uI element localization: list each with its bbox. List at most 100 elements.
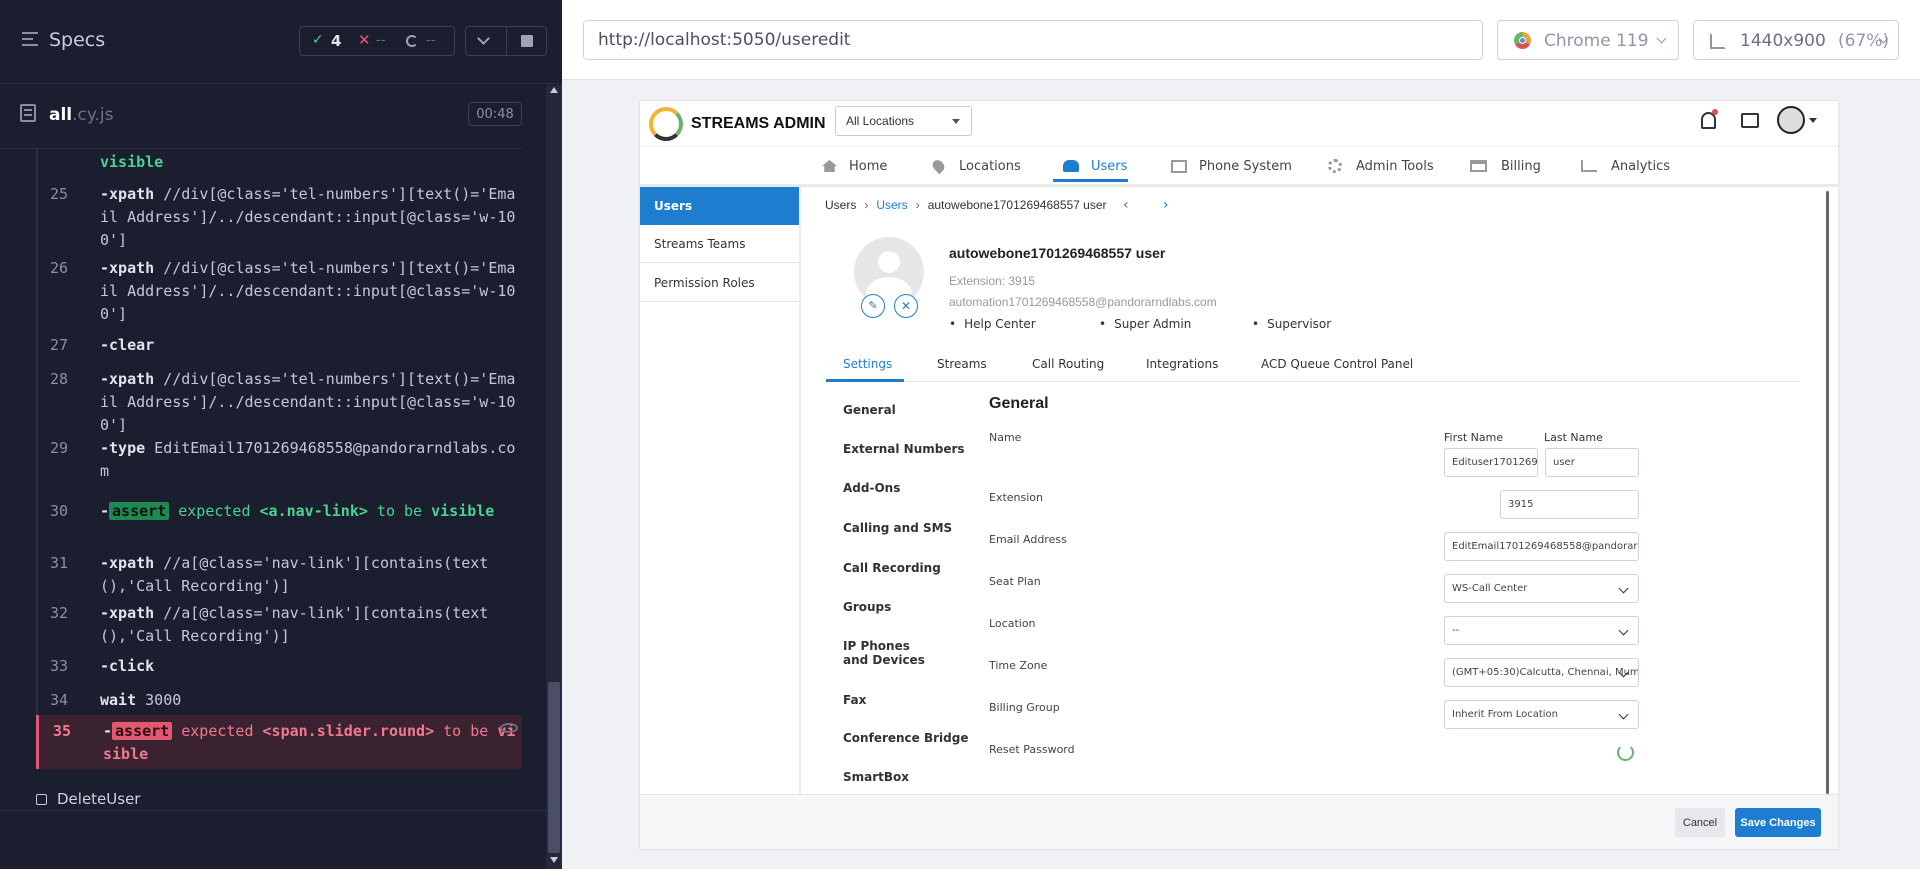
tab-active-indicator — [826, 379, 904, 382]
last-name-label: Last Name — [1544, 431, 1603, 444]
seat-plan-label: Seat Plan — [989, 575, 1041, 588]
command-number: 25 — [50, 185, 69, 203]
edit-photo-icon[interactable]: ✎ — [861, 294, 885, 318]
nav-billing[interactable]: Billing — [1470, 151, 1541, 181]
streams-admin-app: STREAMS ADMIN All Locations — [640, 101, 1838, 849]
sidebar-item-permission-roles[interactable]: Permission Roles — [640, 264, 799, 302]
sidebar-item-users[interactable]: Users — [640, 187, 799, 225]
settings-nav-conference-bridge[interactable]: Conference Bridge — [843, 731, 968, 745]
gear-icon — [1328, 159, 1342, 173]
first-name-input[interactable]: Edituser1701269468558 — [1444, 448, 1538, 477]
command-part: -xpath — [100, 604, 155, 622]
browser-selector[interactable]: Chrome 119 — [1497, 20, 1679, 60]
email-label: Email Address — [989, 533, 1067, 546]
scrollbar[interactable] — [546, 85, 562, 869]
tab-streams[interactable]: Streams — [937, 357, 987, 371]
settings-nav-fax[interactable]: Fax — [843, 693, 866, 707]
command-part: assert — [109, 502, 170, 520]
reset-password-icon[interactable] — [1617, 744, 1634, 761]
content-scrollbar-thumb[interactable] — [1826, 191, 1829, 794]
last-name-input[interactable]: user — [1545, 448, 1639, 477]
hidden-eye-icon — [500, 723, 518, 733]
chevron-right-icon: › — [915, 198, 920, 212]
divider — [0, 148, 522, 149]
avatar[interactable] — [1777, 106, 1805, 134]
next-user-icon[interactable]: › — [1163, 197, 1169, 213]
settings-nav-external-numbers[interactable]: External Numbers — [843, 442, 965, 456]
location-field-select[interactable]: -- — [1444, 616, 1639, 645]
chrome-icon — [1514, 32, 1531, 49]
breadcrumb-users-link[interactable]: Users — [876, 198, 907, 212]
timezone-select[interactable]: (GMT+05:30)Calcutta, Chennai, Mumbai — [1444, 658, 1639, 687]
nav-home[interactable]: Home — [822, 151, 887, 181]
tab-settings[interactable]: Settings — [843, 357, 892, 371]
command-part: -xpath — [100, 185, 155, 203]
caret-down-icon[interactable] — [1809, 118, 1817, 123]
notification-dot — [1712, 109, 1718, 115]
file-icon — [20, 104, 36, 122]
tab-call-routing[interactable]: Call Routing — [1032, 357, 1104, 371]
stop-icon[interactable] — [521, 35, 533, 47]
seat-plan-select[interactable]: WS-Call Center — [1444, 574, 1639, 603]
breadcrumb-current: autowebone1701269468557 user — [927, 198, 1107, 212]
settings-nav-ip-phones[interactable]: IP Phones and Devices — [843, 639, 939, 667]
settings-nav-smartbox[interactable]: SmartBox — [843, 770, 909, 784]
extension-input[interactable]: 3915 — [1500, 490, 1639, 519]
url-bar[interactable]: http://localhost:5050/useredit — [583, 20, 1483, 60]
settings-nav-calling-sms[interactable]: Calling and SMS — [843, 521, 952, 535]
command-part: expected — [169, 502, 260, 520]
save-changes-button[interactable]: Save Changes — [1735, 808, 1821, 837]
first-name-label: First Name — [1444, 431, 1504, 444]
nav-locations[interactable]: Locations — [930, 151, 1021, 181]
sidebar-item-streams-teams[interactable]: Streams Teams — [640, 225, 799, 263]
nav-label: Home — [849, 158, 888, 174]
app-topbar: STREAMS ADMIN All Locations — [640, 101, 1838, 147]
command-part: -xpath — [100, 554, 155, 572]
menu-icon[interactable] — [22, 32, 38, 46]
prev-user-icon[interactable]: ‹ — [1123, 197, 1129, 213]
nav-users[interactable]: Users — [1063, 151, 1127, 181]
duration-badge: 00:48 — [468, 102, 522, 126]
test-title-deleteuser[interactable]: DeleteUser — [57, 790, 140, 808]
command-text: -xpath //div[@class='tel-numbers'][text(… — [100, 183, 520, 252]
tab-integrations[interactable]: Integrations — [1146, 357, 1218, 371]
nav-analytics[interactable]: Analytics — [1581, 151, 1670, 181]
settings-nav-general[interactable]: General — [843, 403, 896, 417]
email-field[interactable]: EditEmail1701269468558@pandorarndlabs.co… — [1444, 532, 1639, 561]
viewport-selector[interactable]: 1440x900 (67%) — [1693, 20, 1899, 60]
chevron-down-icon[interactable] — [477, 32, 490, 45]
command-text: -type EditEmail1701269468558@pandorarndl… — [100, 437, 520, 483]
command-text: -clear — [100, 334, 520, 357]
command-text: -xpath //a[@class='nav-link'][contains(t… — [100, 602, 520, 648]
settings-nav-call-recording[interactable]: Call Recording — [843, 561, 941, 575]
command-row[interactable]: 35 - assert expected <span.slider.round> t… — [36, 715, 522, 769]
nav-admin-tools[interactable]: Admin Tools — [1328, 151, 1434, 181]
spec-extension: .cy.js — [72, 105, 114, 125]
specs-title: Specs — [49, 29, 106, 51]
settings-nav-add-ons[interactable]: Add-Ons — [843, 481, 900, 495]
nav-label: Locations — [959, 158, 1021, 174]
command-part: //div[@class='tel-numbers'][text()='Emai… — [100, 259, 516, 323]
command-part: //a[@class='nav-link'][contains(text(),'… — [100, 604, 489, 645]
settings-nav-groups[interactable]: Groups — [843, 600, 891, 614]
home-icon — [822, 160, 837, 172]
command-text: -xpath //div[@class='tel-numbers'][text(… — [100, 368, 520, 437]
chat-icon[interactable] — [1741, 113, 1759, 128]
billing-group-select[interactable]: Inherit From Location — [1444, 700, 1639, 729]
nav-phone-system[interactable]: Phone System — [1171, 151, 1292, 181]
phone-system-icon — [1171, 159, 1187, 173]
cancel-button[interactable]: Cancel — [1675, 808, 1725, 837]
credit-card-icon — [1470, 160, 1487, 172]
command-number: 27 — [50, 336, 69, 354]
scrollbar-thumb[interactable] — [548, 682, 560, 853]
scroll-up-icon[interactable] — [550, 87, 558, 93]
command-part: visible — [100, 153, 164, 171]
nav-label: Users — [1091, 158, 1128, 174]
scroll-down-icon[interactable] — [550, 857, 558, 863]
nav-label: Analytics — [1611, 158, 1671, 174]
remove-photo-icon[interactable]: ✕ — [894, 294, 918, 318]
command-part: <span.slider.round> — [262, 722, 435, 740]
form-footer — [640, 794, 1838, 849]
command-part: -click — [100, 657, 155, 675]
tab-acd-queue[interactable]: ACD Queue Control Panel — [1261, 357, 1413, 371]
